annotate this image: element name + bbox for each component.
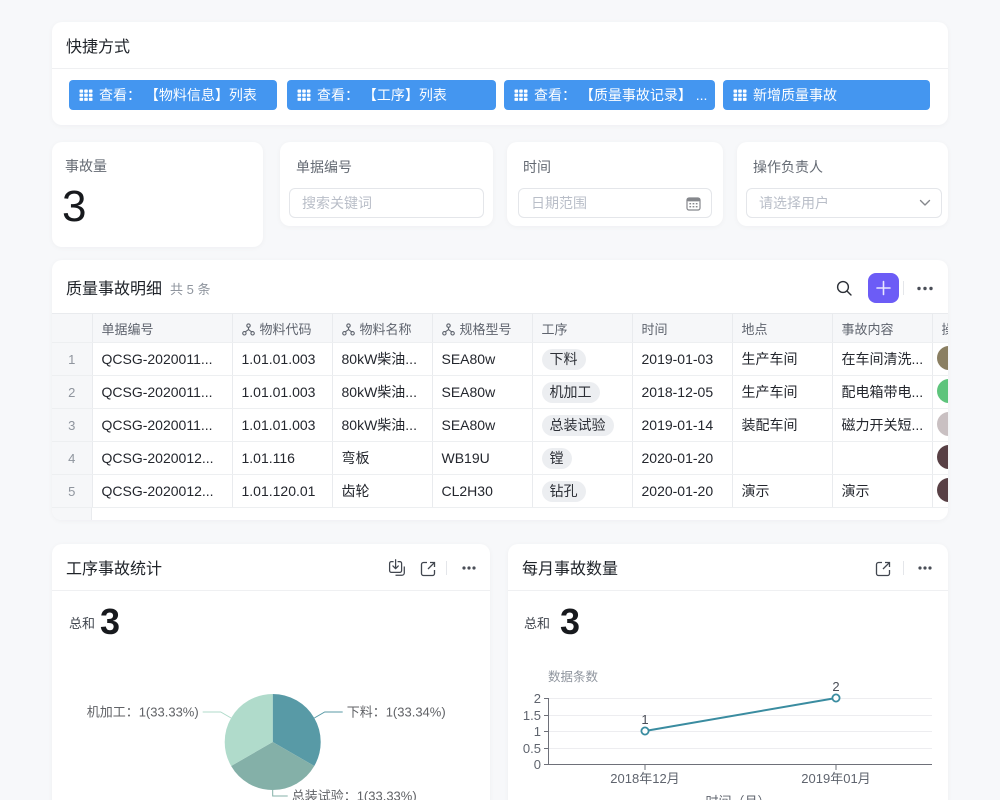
svg-text:时间（月）: 时间（月）	[705, 794, 770, 800]
svg-text:1: 1	[641, 712, 648, 727]
svg-text:总装试验：1(33.33%): 总装试验：1(33.33%)	[292, 789, 417, 800]
svg-text:0: 0	[534, 757, 541, 772]
svg-text:1.5: 1.5	[523, 708, 541, 723]
svg-text:机加工：1(33.33%): 机加工：1(33.33%)	[87, 705, 199, 720]
svg-text:2019年01月: 2019年01月	[801, 771, 870, 786]
svg-text:2: 2	[832, 679, 839, 694]
svg-text:2: 2	[534, 691, 541, 706]
svg-text:数据条数: 数据条数	[548, 669, 599, 684]
svg-text:2018年12月: 2018年12月	[610, 771, 679, 786]
svg-text:下料：1(33.34%): 下料：1(33.34%)	[347, 705, 446, 720]
svg-text:1: 1	[534, 724, 541, 739]
svg-text:0.5: 0.5	[523, 741, 541, 756]
